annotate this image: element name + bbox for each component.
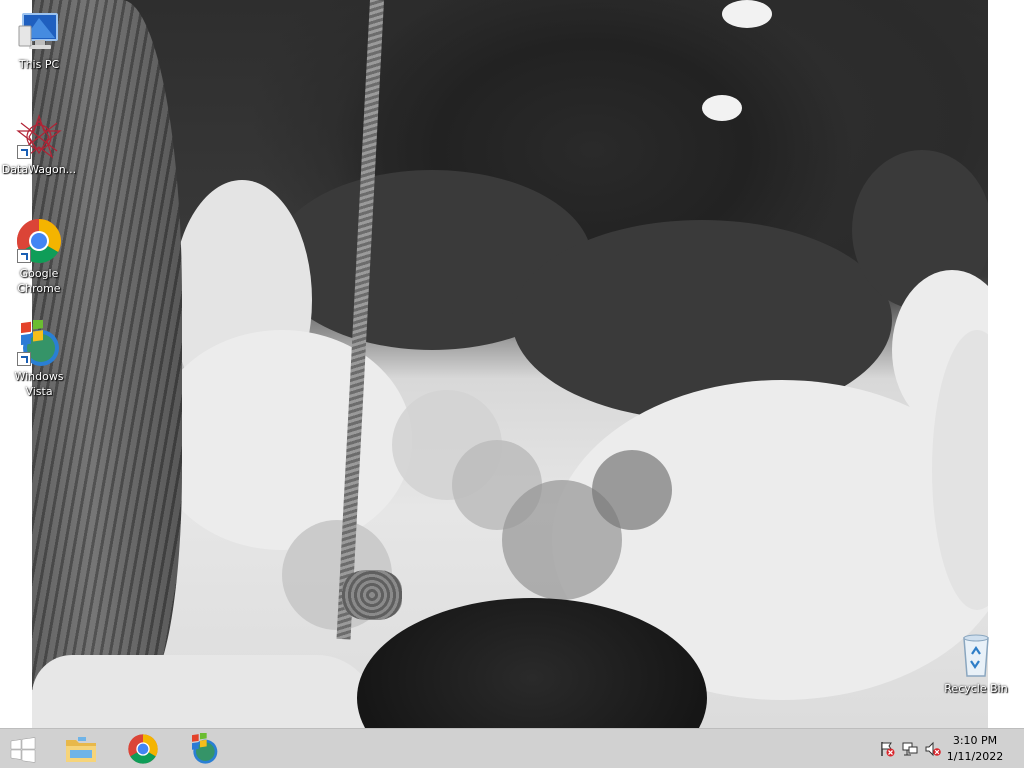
desktop-icon-label: Google Chrome <box>17 267 61 295</box>
desktop[interactable]: This PC DataWagon... Google Chrome Windo… <box>0 0 1024 768</box>
taskbar-google-chrome[interactable] <box>115 729 171 768</box>
desktop-icon-google-chrome[interactable]: Google Chrome <box>1 217 77 296</box>
windows-logo-icon <box>10 737 36 763</box>
taskbar-windows-vista[interactable] <box>177 729 233 768</box>
system-tray: 3:10 PM 1/11/2022 <box>864 729 1024 768</box>
desktop-icon-this-pc[interactable]: This PC <box>1 8 77 72</box>
desktop-icon-label: Windows Vista <box>14 370 64 398</box>
wallpaper-bokeh <box>592 450 672 530</box>
wallpaper <box>32 0 988 728</box>
desktop-icon-recycle-bin[interactable]: Recycle Bin <box>938 632 1014 696</box>
start-button[interactable] <box>0 729 56 768</box>
shortcut-arrow-icon <box>17 249 31 263</box>
clock-date: 1/11/2022 <box>946 750 1004 763</box>
clock-time: 3:10 PM <box>952 734 998 747</box>
wallpaper-sky <box>722 0 772 28</box>
windows-vista-icon <box>15 318 63 368</box>
taskbar: 3:10 PM 1/11/2022 <box>0 728 1024 768</box>
desktop-icon-label: DataWagon... <box>1 163 77 176</box>
datawagon-icon <box>15 113 63 161</box>
desktop-icon-label: Recycle Bin <box>944 682 1008 695</box>
wallpaper-rope-knot <box>342 570 402 620</box>
chrome-icon <box>15 217 63 265</box>
taskbar-file-explorer[interactable] <box>54 729 110 768</box>
desktop-icon-datawagon[interactable]: DataWagon... <box>1 113 77 177</box>
taskbar-clock[interactable]: 3:10 PM 1/11/2022 <box>942 733 1008 765</box>
shortcut-arrow-icon <box>17 352 31 366</box>
recycle-bin-icon <box>952 632 1000 680</box>
volume-muted-icon[interactable] <box>925 741 941 757</box>
network-icon[interactable] <box>902 741 918 757</box>
desktop-icon-label: This PC <box>18 58 60 71</box>
wallpaper-sky <box>152 330 412 550</box>
chrome-icon <box>127 733 159 765</box>
windows-vista-icon <box>188 731 220 765</box>
wallpaper-shirt <box>32 655 377 728</box>
shortcut-arrow-icon <box>17 145 31 159</box>
this-pc-icon <box>15 8 63 56</box>
wallpaper-sky <box>702 95 742 121</box>
action-center-flag-icon[interactable] <box>879 741 895 757</box>
folder-icon <box>65 735 97 763</box>
desktop-icon-windows-vista[interactable]: Windows Vista <box>1 318 77 399</box>
